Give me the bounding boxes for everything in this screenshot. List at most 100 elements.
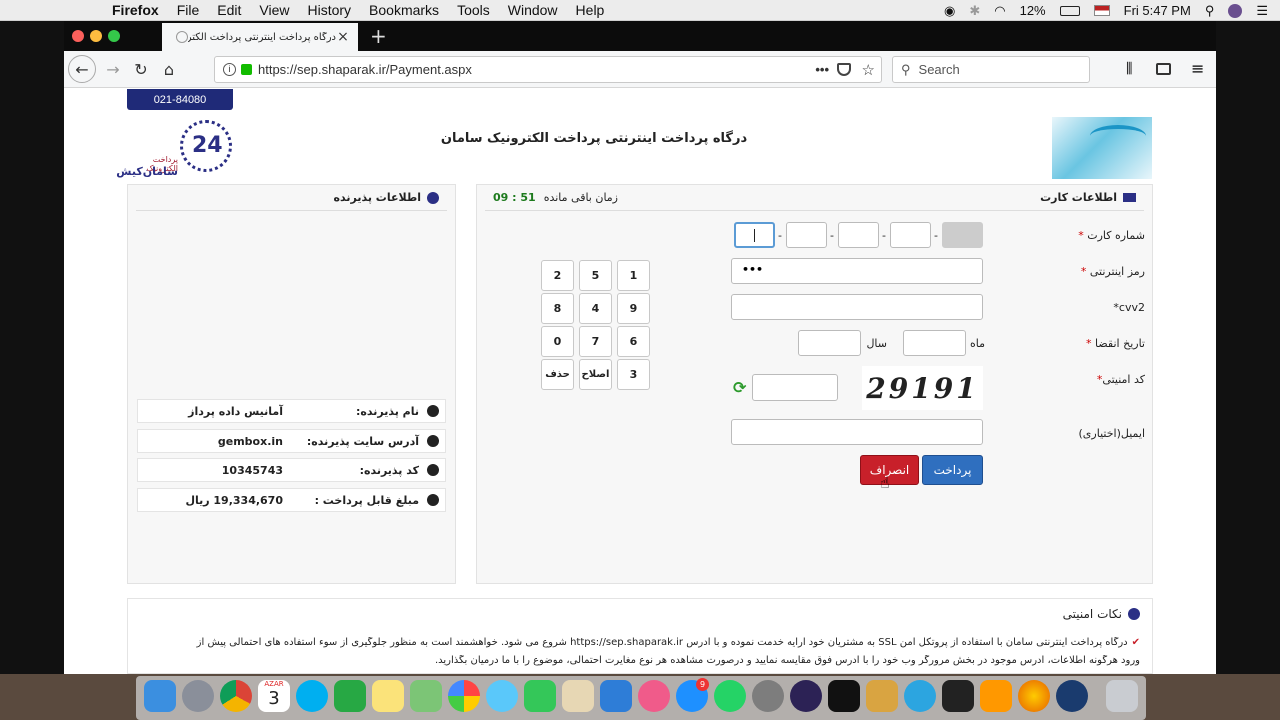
chrome-icon[interactable] xyxy=(220,680,252,712)
webstorm-icon[interactable] xyxy=(828,680,860,712)
keypad-key-4[interactable]: 4 xyxy=(579,293,612,324)
card-number-part-5[interactable] xyxy=(734,222,775,248)
menu-window[interactable]: Window xyxy=(508,2,558,18)
eclipse-icon[interactable] xyxy=(790,680,822,712)
menu-history[interactable]: History xyxy=(307,2,351,18)
pocket-icon[interactable] xyxy=(837,63,851,76)
url-bar[interactable]: i https://sep.shaparak.ir/Payment.aspx •… xyxy=(214,56,882,83)
menu-edit[interactable]: Edit xyxy=(217,2,241,18)
keypad-key-8[interactable]: 8 xyxy=(541,293,574,324)
system-preferences-icon[interactable] xyxy=(752,680,784,712)
back-button[interactable]: ← xyxy=(68,55,96,83)
launchpad-icon[interactable] xyxy=(182,680,214,712)
card-dash: - xyxy=(882,229,886,242)
merchant-row-key: آدرس سایت پذیرنده: xyxy=(306,434,419,448)
menu-bookmarks[interactable]: Bookmarks xyxy=(369,2,439,18)
library-icon[interactable]: ⫼ xyxy=(1126,61,1132,77)
check-icon: ✔ xyxy=(1131,637,1140,648)
menu-view[interactable]: View xyxy=(259,2,289,18)
app-store-badge: 9 xyxy=(696,678,709,691)
close-window-button[interactable] xyxy=(72,30,84,42)
messages-icon[interactable] xyxy=(486,680,518,712)
mac-menubar: Firefox File Edit View History Bookmarks… xyxy=(0,0,1280,21)
expiry-label: تاریخ انقضا * xyxy=(1086,337,1145,350)
cvv2-input[interactable] xyxy=(731,294,983,320)
captcha-label: کد امنیتی* xyxy=(1096,373,1145,386)
pay-button[interactable]: پرداخت xyxy=(922,455,983,485)
spotlight-icon[interactable]: ⚲ xyxy=(1205,3,1215,19)
record-icon[interactable]: ◉ xyxy=(944,3,955,19)
captcha-input[interactable] xyxy=(752,374,838,401)
wifi-icon[interactable]: ◠ xyxy=(994,3,1005,19)
search-bar[interactable]: ⚲ Search xyxy=(892,56,1090,83)
sidebar-icon[interactable] xyxy=(1156,63,1171,75)
bluetooth-icon[interactable]: ✱ xyxy=(969,3,980,19)
security-notes-panel: نکات امنیتی ✔درگاه پرداخت اینترنتی سامان… xyxy=(127,598,1153,674)
zoom-window-button[interactable] xyxy=(108,30,120,42)
bookmark-star-icon[interactable]: ☆ xyxy=(862,61,875,79)
keypad-correct-button[interactable]: اصلاح xyxy=(579,359,612,390)
tab-payment[interactable]: × درگاه پرداخت اینترنتی پرداخت الکترونیک… xyxy=(162,23,358,51)
archive-icon[interactable] xyxy=(866,680,898,712)
keypad-key-3[interactable]: 3 xyxy=(617,359,650,390)
expiry-month-input[interactable] xyxy=(903,330,966,356)
trash-icon[interactable] xyxy=(1106,680,1138,712)
firefox-icon[interactable] xyxy=(1018,680,1050,712)
close-tab-icon[interactable]: × xyxy=(336,29,350,45)
menu-firefox[interactable]: Firefox xyxy=(112,2,159,18)
expiry-year-input[interactable] xyxy=(798,330,861,356)
keynote-icon[interactable] xyxy=(600,680,632,712)
facetime-icon[interactable] xyxy=(524,680,556,712)
keypad-key-1[interactable]: 1 xyxy=(617,260,650,291)
keypad-key-5[interactable]: 5 xyxy=(579,260,612,291)
battery-icon[interactable] xyxy=(1059,5,1080,16)
card-number-part-2[interactable] xyxy=(890,222,931,248)
telegram-icon[interactable] xyxy=(904,680,936,712)
shaparak-logo xyxy=(1052,117,1152,179)
keypad-key-7[interactable]: 7 xyxy=(579,326,612,357)
maps-icon[interactable] xyxy=(410,680,442,712)
battery-percent[interactable]: 12% xyxy=(1020,3,1046,18)
clock[interactable]: Fri 5:47 PM xyxy=(1124,3,1191,18)
user-avatar-icon[interactable] xyxy=(1228,3,1243,18)
keypad-key-0[interactable]: 0 xyxy=(541,326,574,357)
preview-icon[interactable] xyxy=(562,680,594,712)
numbers-icon[interactable] xyxy=(334,680,366,712)
menu-hamburger-icon[interactable]: ≡ xyxy=(1191,59,1204,78)
menu-help[interactable]: Help xyxy=(576,2,605,18)
new-tab-button[interactable]: + xyxy=(370,24,387,48)
reload-button[interactable]: ↻ xyxy=(128,56,154,82)
forward-button[interactable]: → xyxy=(100,56,126,82)
keypad-key-6[interactable]: 6 xyxy=(617,326,650,357)
whatsapp-icon[interactable] xyxy=(714,680,746,712)
pin-input[interactable]: ••• xyxy=(731,258,983,284)
email-input[interactable] xyxy=(731,419,983,445)
quicktime-icon[interactable] xyxy=(1056,680,1088,712)
refresh-captcha-icon[interactable]: ⟳ xyxy=(733,378,746,397)
skype-icon[interactable] xyxy=(296,680,328,712)
notes-icon[interactable] xyxy=(372,680,404,712)
captcha-image: 29191 xyxy=(862,366,983,410)
sublime-icon[interactable] xyxy=(980,680,1012,712)
page-actions-icon[interactable]: ••• xyxy=(815,62,829,77)
url-text[interactable]: https://sep.shaparak.ir/Payment.aspx xyxy=(258,62,472,77)
page-title: درگاه پرداخت اینترنتی پرداخت الکترونیک س… xyxy=(440,131,748,146)
globe-icon xyxy=(427,435,439,447)
minimize-window-button[interactable] xyxy=(90,30,102,42)
home-button[interactable]: ⌂ xyxy=(156,56,182,82)
itunes-icon[interactable] xyxy=(638,680,670,712)
info-icon[interactable]: i xyxy=(223,63,236,76)
menu-file[interactable]: File xyxy=(177,2,200,18)
card-number-part-3[interactable] xyxy=(838,222,879,248)
notification-icon[interactable]: ☰ xyxy=(1256,3,1268,19)
card-number-part-4[interactable] xyxy=(786,222,827,248)
flag-icon[interactable] xyxy=(1093,5,1110,16)
card-number-part-1[interactable] xyxy=(942,222,983,248)
menu-tools[interactable]: Tools xyxy=(457,2,490,18)
terminal-icon[interactable] xyxy=(942,680,974,712)
photos-icon[interactable] xyxy=(448,680,480,712)
keypad-delete-button[interactable]: حذف xyxy=(541,359,574,390)
keypad-key-9[interactable]: 9 xyxy=(617,293,650,324)
keypad-key-2[interactable]: 2 xyxy=(541,260,574,291)
finder-icon[interactable] xyxy=(144,680,176,712)
